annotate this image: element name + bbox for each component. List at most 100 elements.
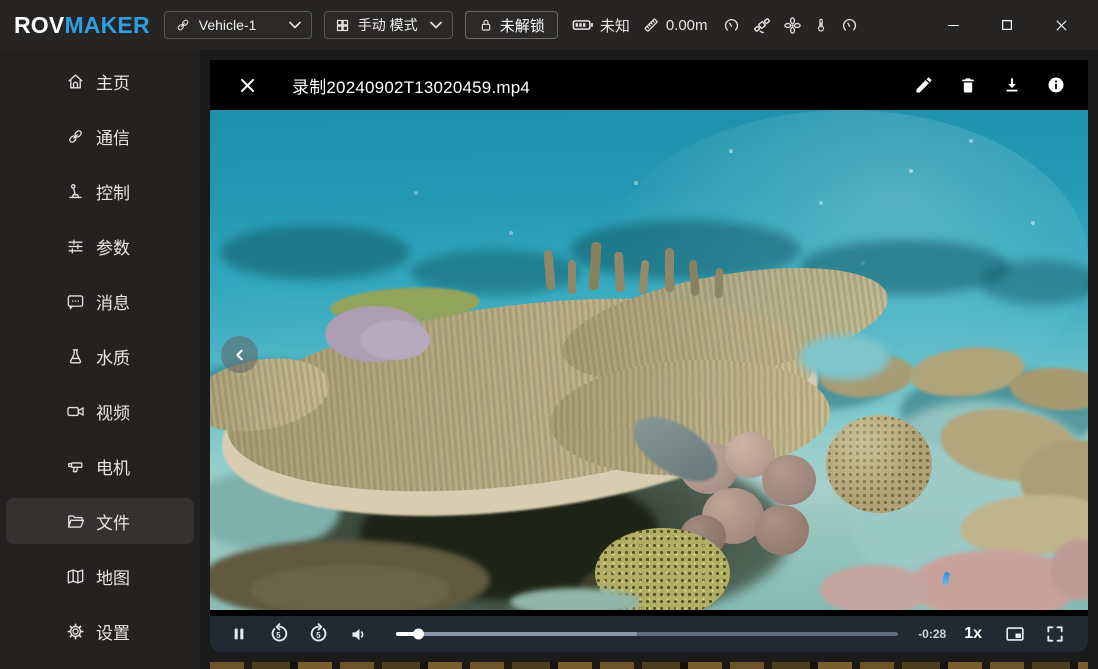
logo-maker: MAKER bbox=[64, 12, 149, 38]
chevron-down-icon bbox=[289, 21, 301, 29]
video-camera-icon bbox=[66, 402, 85, 421]
lock-icon bbox=[478, 17, 494, 33]
sidebar-item-label: 控制 bbox=[96, 179, 134, 204]
close-icon[interactable] bbox=[236, 74, 258, 96]
link-icon bbox=[175, 17, 191, 33]
time-remaining: -0:28 bbox=[918, 627, 946, 641]
app-logo: ROVMAKER bbox=[14, 12, 150, 39]
sidebar-nav: 主页 通信 控制 参数 消息 水质 bbox=[0, 50, 200, 669]
sidebar-item-label: 文件 bbox=[96, 509, 134, 534]
file-thumbnails-strip bbox=[210, 662, 1088, 669]
sidebar-item-settings[interactable]: 设置 bbox=[6, 608, 194, 654]
sidebar-item-label: 视频 bbox=[96, 399, 134, 424]
message-icon bbox=[66, 292, 85, 311]
player-controls: 5 5 -0:28 1x bbox=[210, 616, 1088, 652]
seek-track bbox=[396, 632, 898, 636]
battery-icon bbox=[572, 17, 594, 33]
sidebar-item-map[interactable]: 地图 bbox=[6, 553, 194, 599]
sidebar-item-video[interactable]: 视频 bbox=[6, 388, 194, 434]
forward-5-icon[interactable]: 5 bbox=[304, 619, 334, 649]
home-icon bbox=[66, 72, 85, 91]
sidebar-item-label: 地图 bbox=[96, 564, 134, 589]
mode-select[interactable]: 手动 模式 bbox=[324, 11, 453, 39]
sidebar-item-label: 主页 bbox=[96, 69, 134, 94]
video-frame[interactable] bbox=[210, 110, 1088, 610]
sidebar-item-water-quality[interactable]: 水质 bbox=[6, 333, 194, 379]
water-particles bbox=[210, 110, 212, 112]
video-player-modal: 录制20240902T13020459.mp4 bbox=[210, 60, 1088, 652]
boulder-coral bbox=[826, 415, 932, 513]
coral-branch bbox=[665, 248, 674, 292]
pause-icon[interactable] bbox=[224, 619, 254, 649]
playback-speed-button[interactable]: 1x bbox=[964, 625, 982, 643]
sidebar-item-home[interactable]: 主页 bbox=[6, 58, 194, 104]
picture-in-picture-icon[interactable] bbox=[1000, 619, 1030, 649]
battery-status-label: 未知 bbox=[600, 15, 630, 36]
seek-thumb[interactable] bbox=[413, 629, 424, 640]
coral-branch bbox=[714, 268, 724, 298]
fullscreen-icon[interactable] bbox=[1040, 619, 1070, 649]
sidebar-item-params[interactable]: 参数 bbox=[6, 223, 194, 269]
folder-icon bbox=[66, 512, 85, 531]
top-toolbar: ROVMAKER Vehicle-1 手动 模式 未解锁 未知 0.00m bbox=[0, 0, 1098, 50]
lavender-coral bbox=[360, 320, 430, 360]
sidebar-item-label: 水质 bbox=[96, 344, 134, 369]
sidebar-item-files[interactable]: 文件 bbox=[6, 498, 194, 544]
window-controls bbox=[938, 10, 1084, 40]
water-gap-highlight bbox=[800, 335, 890, 380]
delete-icon[interactable] bbox=[958, 75, 978, 95]
player-header: 录制20240902T13020459.mp4 bbox=[210, 60, 1088, 110]
battery-status: 未知 bbox=[572, 15, 630, 36]
bulb-coral bbox=[762, 455, 816, 505]
ruler-icon bbox=[642, 16, 660, 34]
close-window-button[interactable] bbox=[1046, 10, 1076, 40]
joystick-icon bbox=[66, 182, 85, 201]
fan-icon bbox=[783, 16, 802, 35]
arm-button[interactable]: 未解锁 bbox=[465, 11, 558, 39]
reef-silhouette bbox=[980, 260, 1088, 305]
maximize-button[interactable] bbox=[992, 10, 1022, 40]
player-actions bbox=[914, 75, 1066, 95]
seek-buffered bbox=[396, 632, 637, 636]
svg-text:5: 5 bbox=[276, 631, 281, 640]
dial-icon bbox=[840, 16, 859, 35]
thermometer-icon bbox=[813, 16, 829, 34]
previous-media-button[interactable] bbox=[221, 336, 258, 373]
sidebar-item-control[interactable]: 控制 bbox=[6, 168, 194, 214]
sidebar-item-comms[interactable]: 通信 bbox=[6, 113, 194, 159]
sidebar-item-motors[interactable]: 电机 bbox=[6, 443, 194, 489]
depth-status: 0.00m bbox=[642, 16, 708, 34]
vehicle-select-value: Vehicle-1 bbox=[199, 17, 281, 33]
seek-bar[interactable] bbox=[396, 626, 898, 642]
satellite-icon bbox=[752, 15, 772, 35]
gauge-icon bbox=[722, 16, 741, 35]
mode-grid-icon bbox=[335, 18, 350, 33]
coral-branch bbox=[568, 260, 576, 294]
sand-streak bbox=[510, 588, 640, 610]
volume-icon[interactable] bbox=[344, 619, 374, 649]
gear-icon bbox=[66, 622, 85, 641]
reef-rubble bbox=[250, 565, 450, 610]
sidebar-item-label: 消息 bbox=[96, 289, 134, 314]
link-icon bbox=[66, 127, 85, 146]
content-area: 主页 通信 控制 参数 消息 水质 bbox=[0, 50, 1098, 669]
sidebar-item-label: 通信 bbox=[96, 124, 134, 149]
sidebar-item-label: 参数 bbox=[96, 234, 134, 259]
main-area: 录制20240902T13020459.mp4 bbox=[200, 50, 1098, 669]
minimize-button[interactable] bbox=[938, 10, 968, 40]
rewind-5-icon[interactable]: 5 bbox=[264, 619, 294, 649]
sidebar-item-messages[interactable]: 消息 bbox=[6, 278, 194, 324]
logo-rov: ROV bbox=[14, 12, 64, 38]
edit-icon[interactable] bbox=[914, 75, 934, 95]
motor-icon bbox=[66, 457, 85, 476]
app-window: ROVMAKER Vehicle-1 手动 模式 未解锁 未知 0.00m bbox=[0, 0, 1098, 669]
info-icon[interactable] bbox=[1046, 75, 1066, 95]
status-icon-cluster bbox=[722, 15, 859, 35]
download-icon[interactable] bbox=[1002, 75, 1022, 95]
vehicle-select[interactable]: Vehicle-1 bbox=[164, 11, 312, 39]
map-icon bbox=[66, 567, 85, 586]
pink-coral bbox=[820, 565, 930, 610]
arm-button-label: 未解锁 bbox=[500, 15, 545, 36]
depth-status-label: 0.00m bbox=[666, 17, 708, 34]
reef-silhouette bbox=[220, 225, 410, 280]
